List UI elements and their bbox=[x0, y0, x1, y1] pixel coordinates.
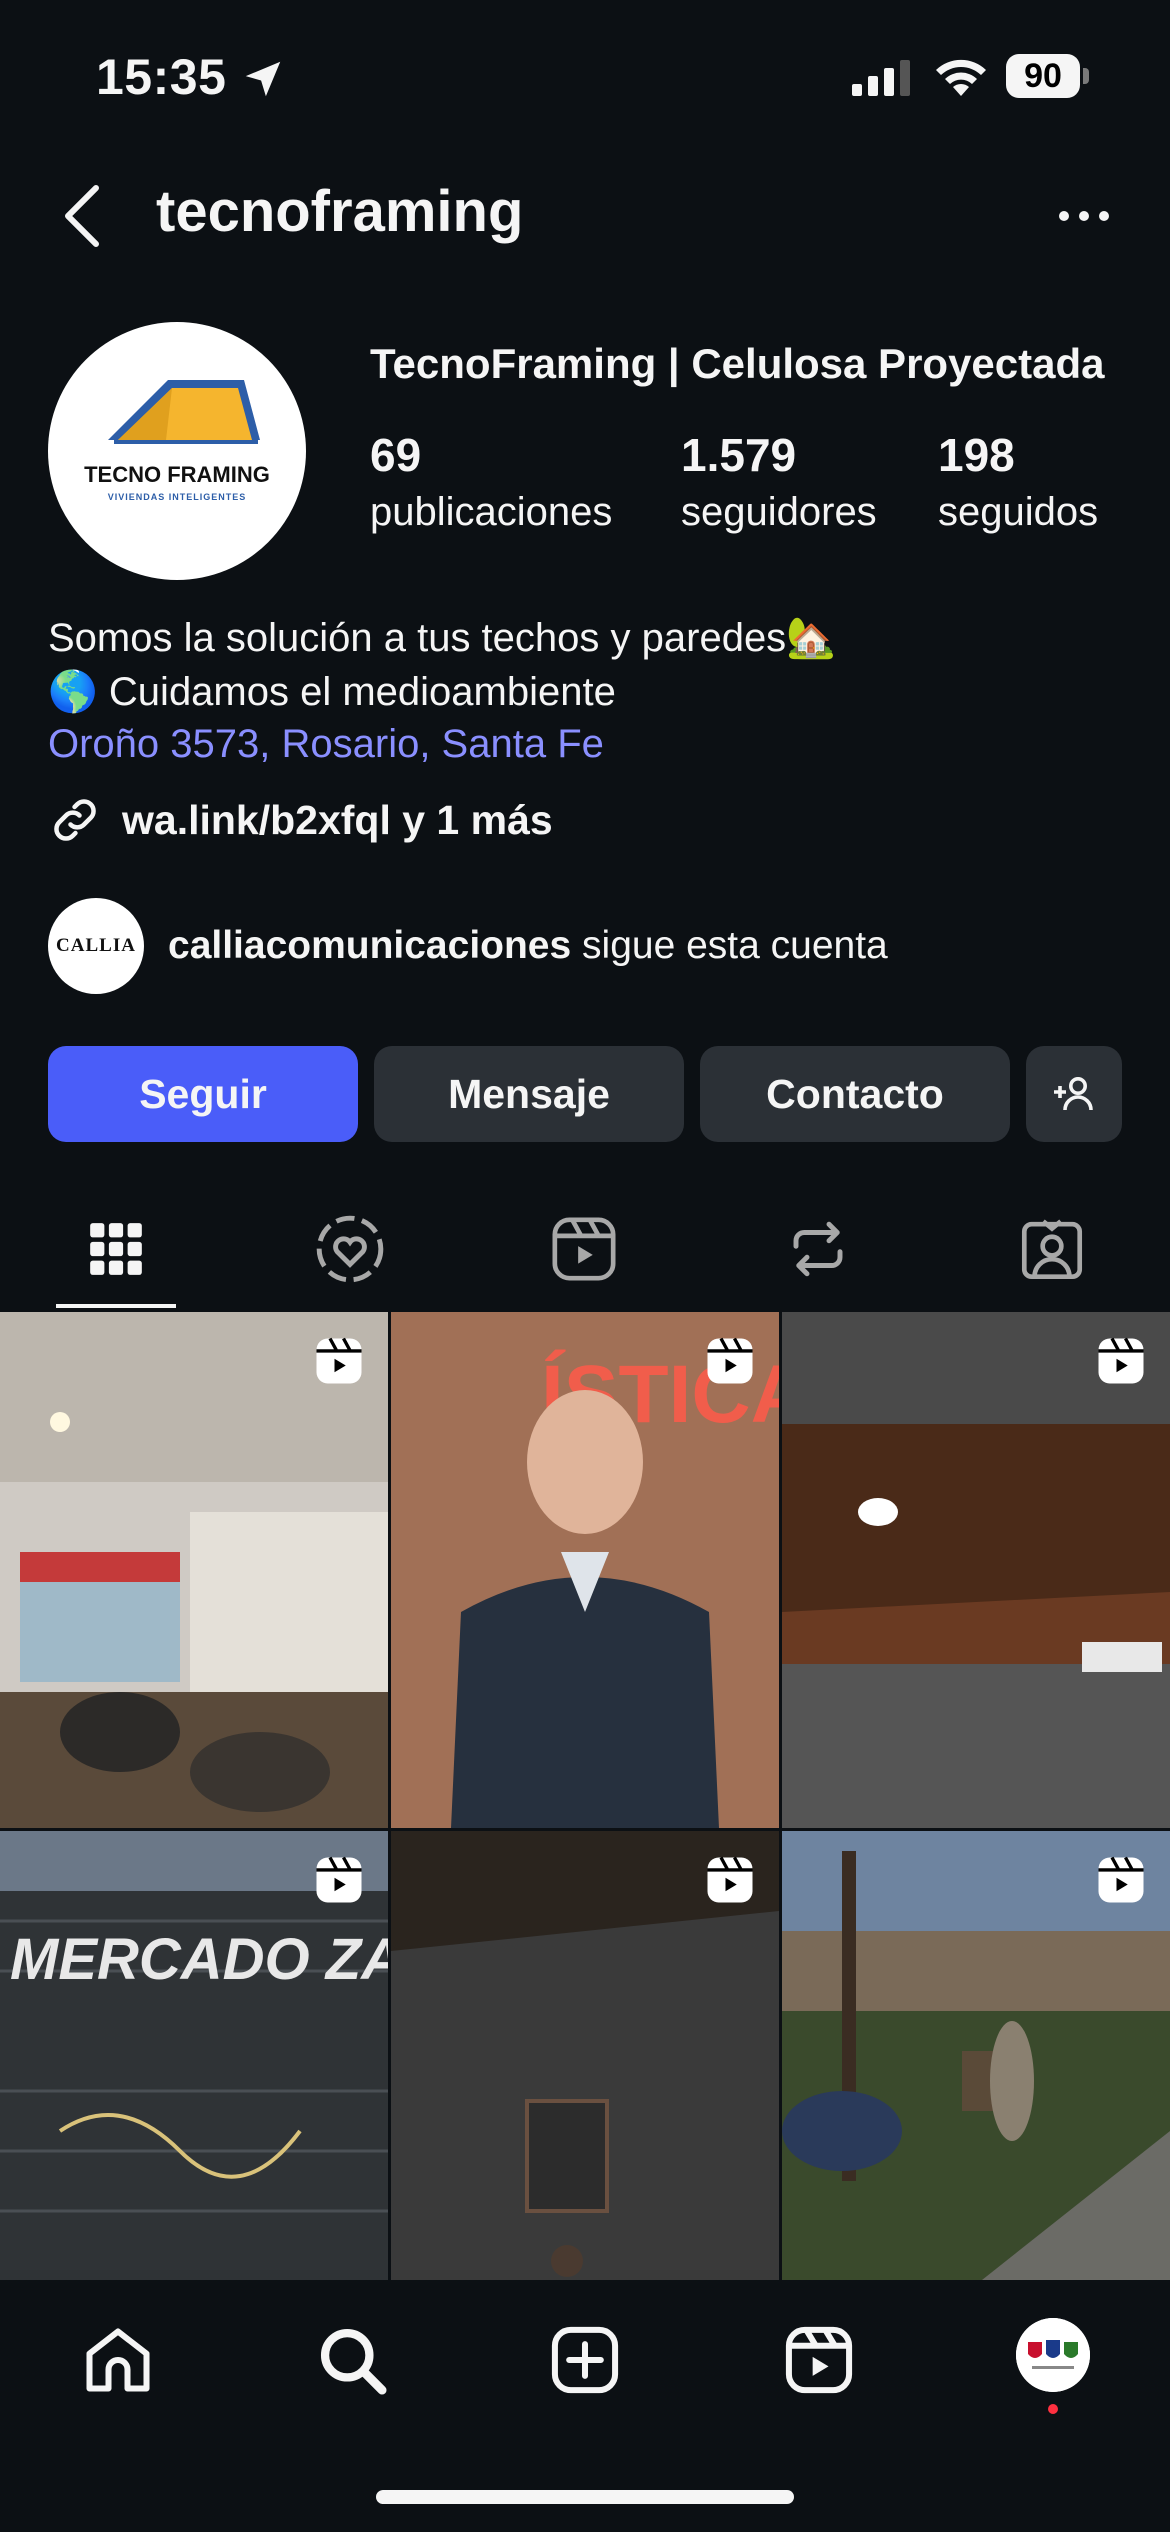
post-thumbnail-ceiling bbox=[782, 1312, 1170, 1828]
grid-post-3[interactable] bbox=[782, 1312, 1170, 1828]
stat-posts[interactable]: 69 publicaciones bbox=[370, 428, 612, 535]
grid-post-4[interactable]: MERCADO ZARPADO bbox=[0, 1831, 388, 2280]
bio-line-1: Somos la solución a tus techos y paredes… bbox=[48, 616, 836, 660]
display-name: TecnoFraming | Celulosa Proyectada bbox=[370, 340, 1105, 387]
reel-badge-icon bbox=[316, 1337, 362, 1384]
grid-post-5[interactable] bbox=[391, 1831, 779, 2280]
followed-suffix: sigue esta cuenta bbox=[571, 924, 888, 967]
location-link[interactable]: Oroño 3573, Rosario, Santa Fe bbox=[48, 722, 604, 767]
home-indicator bbox=[376, 2490, 794, 2504]
post-thumbnail-cafe bbox=[0, 1312, 388, 1828]
stat-following[interactable]: 198 seguidos bbox=[938, 428, 1098, 535]
tab-posts-grid[interactable] bbox=[71, 1204, 161, 1294]
follower-avatar-text: CALLIA bbox=[56, 935, 136, 956]
profile-username: tecnoframing bbox=[156, 179, 524, 244]
tab-tagged[interactable] bbox=[1007, 1204, 1097, 1294]
reel-badge-icon bbox=[707, 1856, 753, 1903]
profile-nav-avatar[interactable] bbox=[1016, 2318, 1090, 2392]
grid-post-6[interactable] bbox=[782, 1831, 1170, 2280]
post-thumbnail-man: ÍSTICA bbox=[391, 1312, 779, 1828]
message-button[interactable]: Mensaje bbox=[374, 1046, 684, 1142]
external-link[interactable]: wa.link/b2xfql y 1 más bbox=[48, 792, 553, 848]
add-person-icon bbox=[1054, 1077, 1093, 1111]
search-icon[interactable] bbox=[314, 2322, 390, 2398]
grid-icon bbox=[90, 1223, 142, 1275]
follower-name: calliacomunicaciones bbox=[168, 924, 572, 967]
followed-by[interactable]: CALLIA calliacomunicaciones sigue esta c… bbox=[48, 898, 888, 994]
stat-followers[interactable]: 1.579 seguidores bbox=[681, 428, 877, 535]
status-time: 15:35 bbox=[96, 49, 227, 105]
stat-posts-value: 69 bbox=[370, 429, 422, 481]
tab-collabs[interactable] bbox=[305, 1204, 395, 1294]
reel-badge-icon bbox=[1098, 1856, 1144, 1903]
follow-button[interactable]: Seguir bbox=[48, 1046, 358, 1142]
reels-nav-icon[interactable] bbox=[781, 2322, 857, 2398]
logo-subtext: VIVIENDAS INTELIGENTES bbox=[108, 492, 247, 502]
grid-post-1[interactable] bbox=[0, 1312, 388, 1828]
bio-line-2: 🌎 Cuidamos el medioambiente bbox=[48, 670, 616, 714]
reel-badge-icon bbox=[1098, 1337, 1144, 1384]
logo-text: TECNO FRAMING bbox=[84, 462, 270, 487]
contact-button[interactable]: Contacto bbox=[700, 1046, 1010, 1142]
suggested-users-button[interactable] bbox=[1026, 1046, 1122, 1142]
notification-dot bbox=[1048, 2404, 1058, 2414]
more-options-icon[interactable] bbox=[1056, 196, 1112, 236]
stat-followers-label: seguidores bbox=[681, 490, 877, 534]
tab-reposts[interactable] bbox=[773, 1204, 863, 1294]
cellular-signal-icon bbox=[852, 60, 910, 96]
location-arrow-icon bbox=[245, 61, 281, 97]
mercado-sign-text: MERCADO ZARPADO bbox=[10, 1927, 388, 1992]
profile-avatar[interactable]: TECNO FRAMING VIVIENDAS INTELIGENTES bbox=[48, 322, 306, 580]
battery-level: 90 bbox=[1006, 54, 1080, 98]
stat-following-label: seguidos bbox=[938, 490, 1099, 534]
grid-post-2[interactable]: ÍSTICA bbox=[391, 1312, 779, 1828]
back-arrow-icon[interactable] bbox=[56, 176, 108, 256]
battery-indicator: 90 bbox=[1006, 54, 1090, 98]
collab-icon bbox=[316, 1215, 384, 1283]
repost-icon bbox=[793, 1221, 843, 1277]
followed-by-text: calliacomunicaciones sigue esta cuenta bbox=[168, 924, 888, 968]
stat-followers-value: 1.579 bbox=[681, 429, 797, 481]
follower-avatar: CALLIA bbox=[48, 898, 144, 994]
reel-badge-icon bbox=[316, 1856, 362, 1903]
link-icon bbox=[54, 799, 96, 841]
external-link-text: wa.link/b2xfql y 1 más bbox=[122, 796, 553, 843]
home-icon[interactable] bbox=[80, 2322, 156, 2398]
reels-icon bbox=[552, 1217, 616, 1281]
profile-nav-avatar-image bbox=[1016, 2318, 1090, 2392]
tecnoframing-logo: TECNO FRAMING VIVIENDAS INTELIGENTES bbox=[84, 380, 270, 502]
active-tab-indicator bbox=[56, 1304, 176, 1308]
create-post-icon[interactable] bbox=[547, 2322, 623, 2398]
wifi-icon bbox=[936, 59, 986, 96]
stat-posts-label: publicaciones bbox=[370, 490, 613, 534]
tab-reels[interactable] bbox=[539, 1204, 629, 1294]
tagged-icon bbox=[1021, 1219, 1083, 1280]
stat-following-value: 198 bbox=[938, 429, 1015, 481]
reel-badge-icon bbox=[707, 1337, 753, 1384]
